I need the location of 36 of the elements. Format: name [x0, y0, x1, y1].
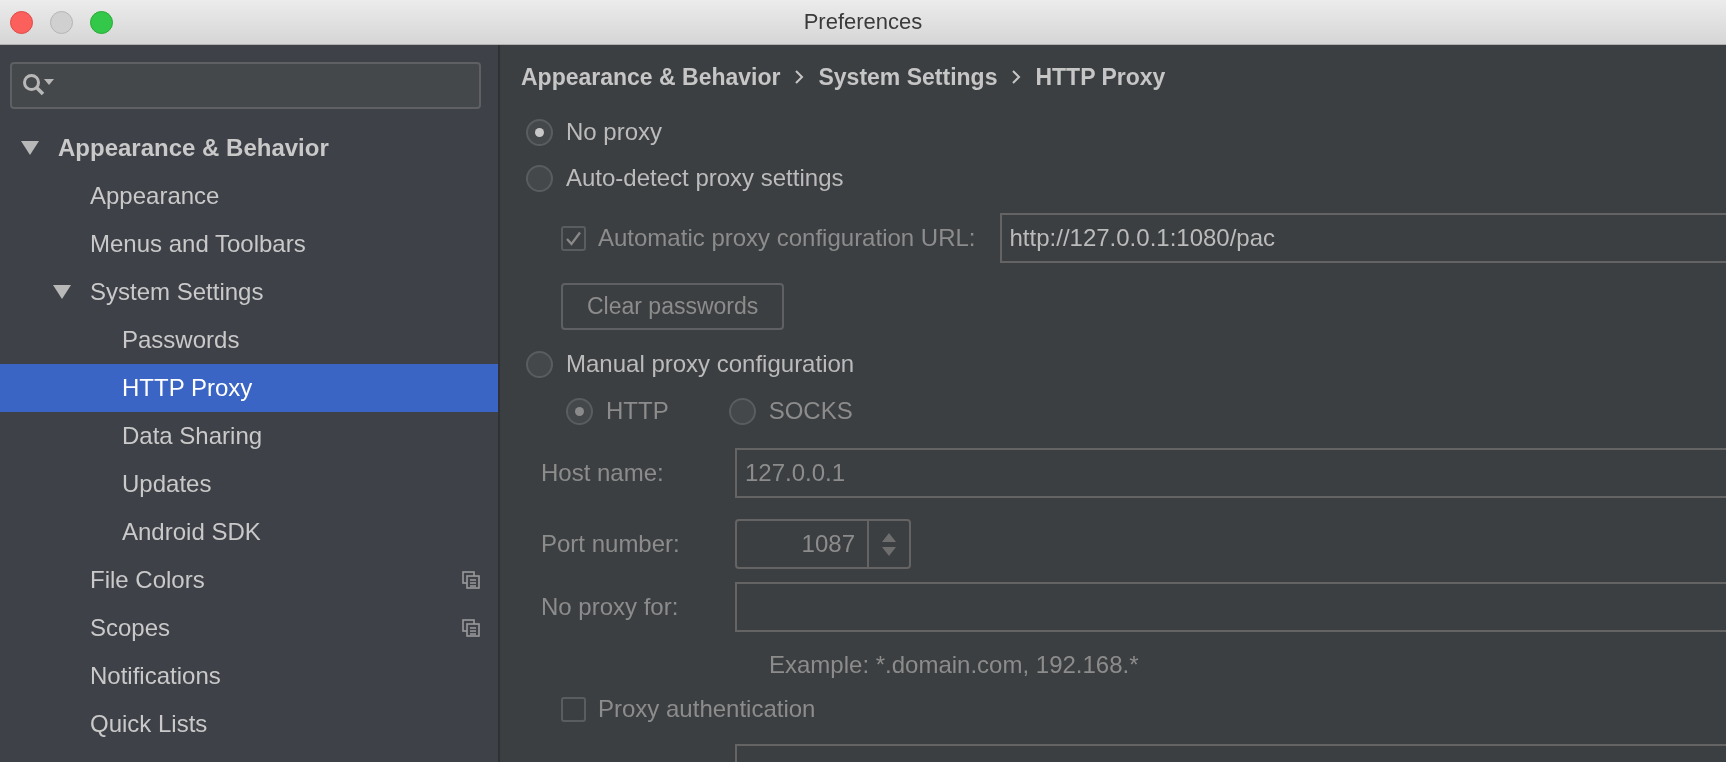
tree-item[interactable]: Appearance	[0, 172, 498, 220]
field-label: Host name:	[540, 459, 665, 487]
breadcrumb-item[interactable]: System Settings	[818, 63, 998, 91]
close-button[interactable]	[10, 10, 33, 34]
tree-item[interactable]: Appearance & Behavior	[0, 124, 498, 172]
radio-button[interactable]	[526, 164, 553, 192]
tree-item[interactable]: Scopes	[0, 604, 498, 652]
tree-item[interactable]: Menus and Toolbars	[0, 220, 498, 268]
window-title: Preferences	[803, 9, 923, 34]
radio-label[interactable]: Manual proxy configuration	[566, 350, 855, 378]
expanded-arrow-icon[interactable]	[52, 284, 72, 300]
minimize-button[interactable]	[50, 10, 73, 34]
search-field[interactable]	[10, 62, 481, 109]
tree-item[interactable]: Passwords	[0, 316, 498, 364]
tree-item[interactable]: File Colors	[0, 556, 498, 604]
tree-item[interactable]: Updates	[0, 460, 498, 508]
tree-item[interactable]: Notifications	[0, 652, 498, 700]
field-label: No proxy for:	[540, 593, 680, 621]
tree-item[interactable]: Quick Lists	[0, 700, 498, 748]
tree-item[interactable]: Android SDK	[0, 508, 498, 556]
hint-text: Example: *.domain.com, 192.168.*	[769, 651, 1139, 679]
tree-item[interactable]: System Settings	[0, 268, 498, 316]
field-label: Port number:	[540, 530, 681, 558]
tree-item[interactable]: Data Sharing	[0, 412, 498, 460]
radio-label[interactable]: No proxy	[566, 118, 663, 146]
radio-label[interactable]: Auto-detect proxy settings	[566, 164, 844, 192]
zoom-button[interactable]	[90, 10, 113, 34]
radio-button[interactable]	[526, 118, 553, 146]
chevron-icon	[1011, 70, 1022, 84]
radio-button[interactable]	[526, 350, 553, 378]
breadcrumb-item[interactable]: HTTP Proxy	[1035, 63, 1166, 91]
breadcrumb-item[interactable]: Appearance & Behavior	[521, 63, 781, 91]
expanded-arrow-icon[interactable]	[20, 140, 40, 156]
chevron-icon	[794, 70, 805, 84]
tree-item[interactable]: HTTP Proxy	[0, 364, 498, 412]
checkmark-icon	[565, 230, 582, 246]
